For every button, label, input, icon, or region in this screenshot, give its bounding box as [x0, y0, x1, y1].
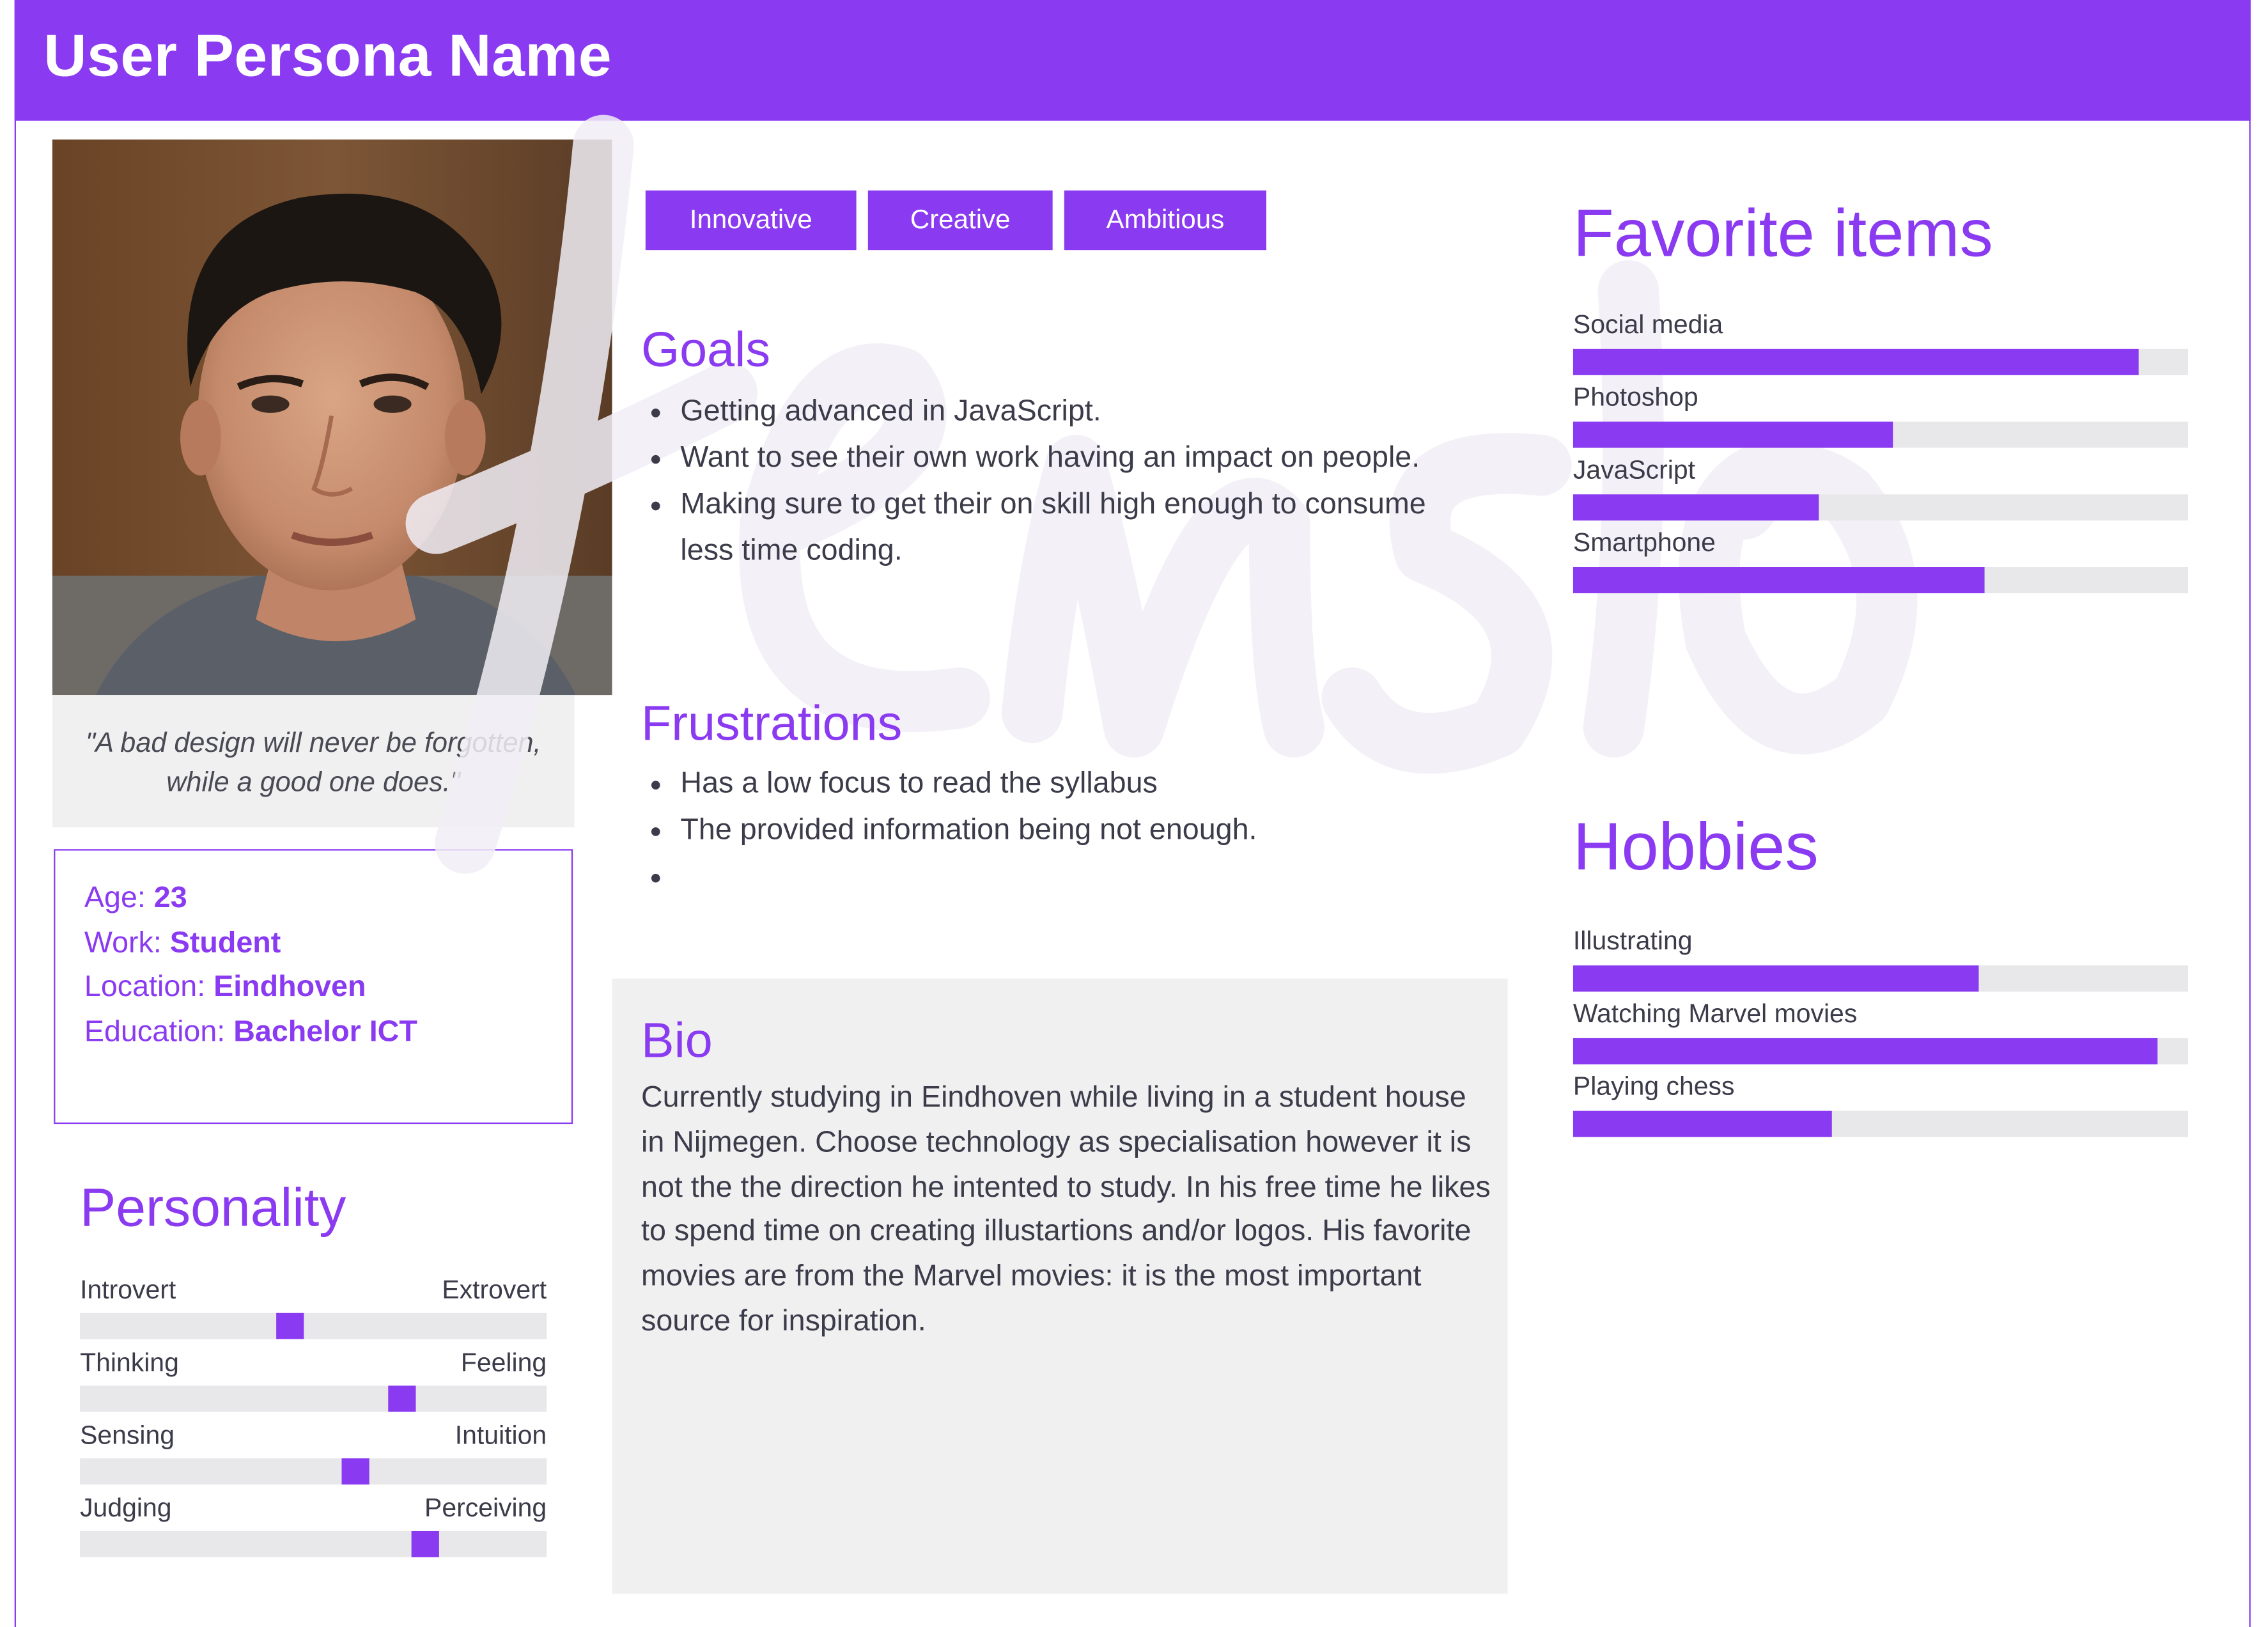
persona-header: User Persona Name: [14, 0, 2251, 121]
location-value: Eindhoven: [214, 970, 366, 1004]
bar-fill: [1573, 494, 1819, 521]
goals-list: Getting advanced in JavaScript. Want to …: [642, 388, 1436, 574]
personality-title: Personality: [80, 1178, 346, 1238]
tag-innovative: Innovative: [645, 190, 857, 251]
persona-name: User Persona Name: [43, 22, 612, 89]
bar-fill: [1573, 421, 1893, 448]
scale-marker: [411, 1530, 439, 1557]
scale-marker: [388, 1385, 416, 1412]
bar-track: [1573, 965, 2188, 992]
list-item: Want to see their own work having an imp…: [651, 435, 1436, 481]
bar-fill: [1573, 965, 1979, 992]
tag-ambitious: Ambitious: [1064, 190, 1267, 251]
demographics-box: Age: 23 Work: Student Location: Eindhove…: [54, 849, 573, 1125]
hobbies-title: Hobbies: [1573, 808, 1819, 884]
list-item: The provided information being not enoug…: [651, 807, 1436, 853]
scale-marker: [341, 1458, 369, 1485]
bar-track: [1573, 1038, 2188, 1064]
frustrations-list: Has a low focus to read the syllabus The…: [642, 761, 1436, 900]
bar-fill: [1573, 1110, 1831, 1137]
education-row: Education: Bachelor ICT: [84, 1015, 417, 1049]
bar-track: [1573, 494, 2188, 521]
bio-text: Currently studying in Eindhoven while li…: [641, 1080, 1491, 1338]
scale-track: [80, 1312, 547, 1339]
bar-track: [1573, 348, 2188, 375]
work-row: Work: Student: [84, 926, 281, 960]
bar-fill: [1573, 567, 1985, 593]
tag-creative: Creative: [867, 190, 1053, 251]
location-row: Location: Eindhoven: [84, 970, 366, 1004]
list-item: Making sure to get their on skill high e…: [651, 481, 1436, 575]
work-value: Student: [169, 926, 281, 960]
favorite-items-title: Favorite items: [1573, 194, 1993, 271]
portrait-photo: [52, 139, 612, 696]
bar-fill: [1573, 348, 2139, 375]
age-value: 23: [153, 881, 187, 915]
scale-marker: [276, 1312, 304, 1339]
age-row: Age: 23: [84, 881, 187, 915]
bio-title: Bio: [641, 1013, 713, 1069]
bar-track: [1573, 421, 2188, 448]
list-item: Getting advanced in JavaScript.: [651, 388, 1436, 435]
bar-track: [1573, 1110, 2188, 1137]
scale-track: [80, 1530, 547, 1557]
scale-track: [80, 1458, 547, 1485]
persona-quote: "A bad design will never be forgotten, w…: [52, 695, 575, 828]
list-item: [651, 853, 1436, 900]
list-item: Has a low focus to read the syllabus: [651, 761, 1436, 807]
bar-fill: [1573, 1038, 2157, 1064]
scale-track: [80, 1385, 547, 1412]
education-value: Bachelor ICT: [233, 1015, 417, 1049]
goals-title: Goals: [641, 322, 771, 378]
bar-track: [1573, 567, 2188, 593]
frustrations-title: Frustrations: [641, 696, 903, 752]
